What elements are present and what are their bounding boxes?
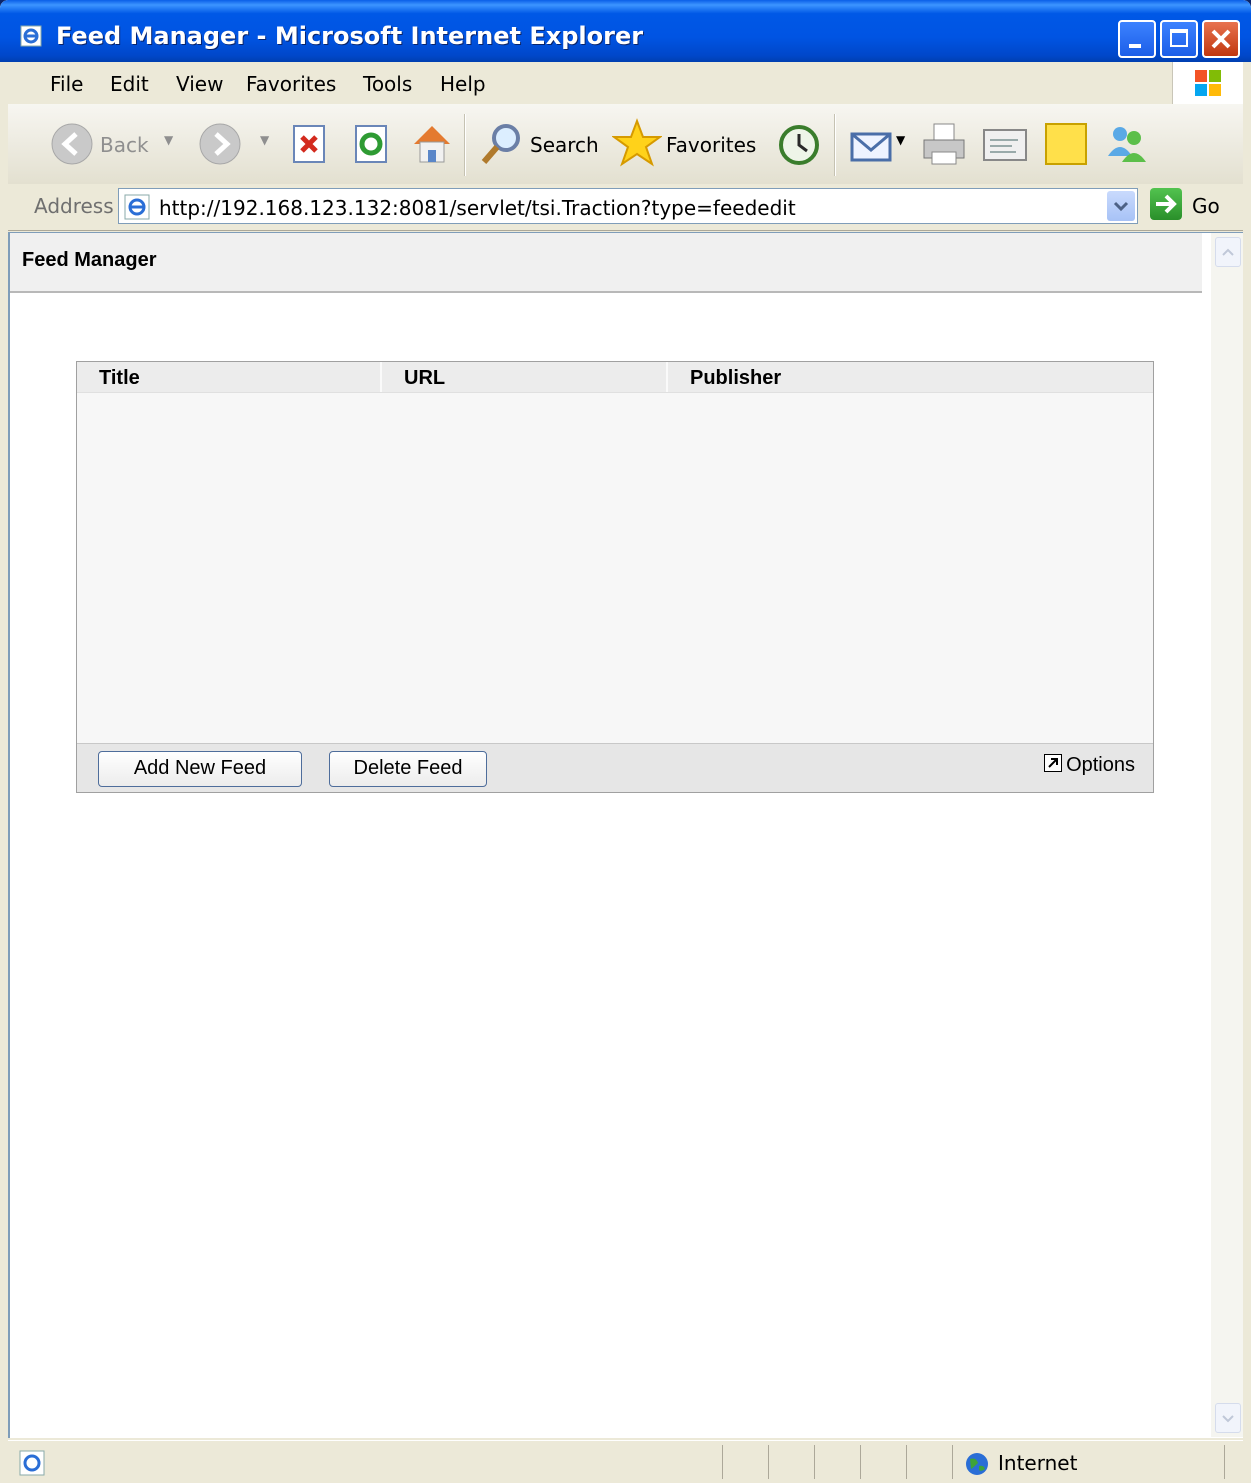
back-dropdown-icon[interactable]: ▼ <box>164 133 173 147</box>
options-icon <box>1044 754 1063 772</box>
windows-logo-icon <box>1172 62 1243 104</box>
ie-icon <box>20 25 42 47</box>
search-icon[interactable] <box>478 120 526 168</box>
close-button[interactable] <box>1202 20 1240 58</box>
status-divider <box>814 1445 815 1479</box>
toolbar-separator <box>834 114 836 176</box>
home-icon[interactable] <box>408 120 456 168</box>
scroll-up-icon[interactable] <box>1215 237 1241 267</box>
options-link[interactable]: Options <box>1044 754 1135 777</box>
status-divider <box>906 1445 907 1479</box>
browser-window: Feed Manager - Microsoft Internet Explor… <box>0 0 1251 1483</box>
edit-icon[interactable] <box>982 126 1030 164</box>
maximize-button[interactable] <box>1160 20 1198 58</box>
address-label: Address <box>34 194 114 218</box>
search-button-label[interactable]: Search <box>530 133 599 157</box>
status-divider <box>860 1445 861 1479</box>
menu-view[interactable]: View <box>176 72 223 96</box>
scroll-down-icon[interactable] <box>1215 1403 1241 1433</box>
address-input[interactable]: http://192.168.123.132:8081/servlet/tsi.… <box>118 188 1138 224</box>
page-content: Feed Manager Title URL Publisher Add New… <box>8 232 1243 1438</box>
discuss-icon[interactable] <box>1044 122 1090 168</box>
mail-dropdown-icon[interactable]: ▼ <box>896 133 905 147</box>
title-bar[interactable]: Feed Manager - Microsoft Internet Explor… <box>0 0 1251 62</box>
grid-footer: Add New Feed Delete Feed Options <box>77 743 1153 792</box>
status-divider <box>1224 1445 1225 1479</box>
menu-file[interactable]: File <box>50 72 83 96</box>
forward-arrow-icon[interactable] <box>198 122 242 166</box>
status-bar: Internet <box>8 1440 1243 1483</box>
page-status-icon <box>19 1450 45 1476</box>
favorites-button-label[interactable]: Favorites <box>666 133 756 157</box>
back-arrow-icon[interactable] <box>50 122 94 166</box>
standard-toolbar: Back ▼ ▼ Search Favorites ▼ <box>8 104 1243 185</box>
favorites-star-icon[interactable] <box>612 118 662 168</box>
menu-bar: File Edit View Favorites Tools Help <box>8 62 1243 105</box>
page-icon <box>124 194 150 220</box>
column-header-publisher[interactable]: Publisher <box>666 362 1153 392</box>
status-zone: Internet <box>998 1451 1078 1475</box>
column-header-title[interactable]: Title <box>77 362 380 392</box>
feed-grid: Title URL Publisher Add New Feed Delete … <box>76 361 1154 793</box>
address-bar: Address http://192.168.123.132:8081/serv… <box>8 184 1243 231</box>
minimize-button[interactable] <box>1118 20 1156 58</box>
refresh-icon[interactable] <box>352 124 390 164</box>
menu-edit[interactable]: Edit <box>110 72 149 96</box>
mail-icon[interactable] <box>848 124 896 166</box>
close-icon <box>1211 29 1231 49</box>
vertical-scrollbar[interactable] <box>1211 233 1243 1437</box>
column-header-url[interactable]: URL <box>380 362 666 392</box>
print-icon[interactable] <box>920 120 968 168</box>
forward-dropdown-icon[interactable]: ▼ <box>260 133 269 147</box>
menu-help[interactable]: Help <box>440 72 486 96</box>
add-new-feed-button[interactable]: Add New Feed <box>98 751 302 787</box>
window-title: Feed Manager - Microsoft Internet Explor… <box>56 22 644 50</box>
go-button-label[interactable]: Go <box>1192 194 1220 218</box>
delete-feed-button[interactable]: Delete Feed <box>329 751 487 787</box>
menu-tools[interactable]: Tools <box>363 72 412 96</box>
status-divider <box>952 1445 953 1479</box>
stop-icon[interactable] <box>290 124 328 164</box>
messenger-icon[interactable] <box>1102 120 1150 168</box>
menu-favorites[interactable]: Favorites <box>246 72 336 96</box>
internet-globe-icon <box>966 1453 988 1475</box>
toolbar-separator <box>464 114 466 176</box>
status-divider <box>722 1445 723 1479</box>
page-title: Feed Manager <box>22 249 157 271</box>
options-label: Options <box>1066 754 1135 776</box>
grid-header: Title URL Publisher <box>77 362 1153 393</box>
go-arrow-icon[interactable] <box>1150 188 1182 220</box>
address-url: http://192.168.123.132:8081/servlet/tsi.… <box>159 196 796 220</box>
back-button-label[interactable]: Back <box>100 133 149 157</box>
page-header: Feed Manager <box>10 233 1202 293</box>
status-divider <box>768 1445 769 1479</box>
history-icon[interactable] <box>776 122 822 168</box>
address-dropdown-icon[interactable] <box>1107 191 1135 221</box>
